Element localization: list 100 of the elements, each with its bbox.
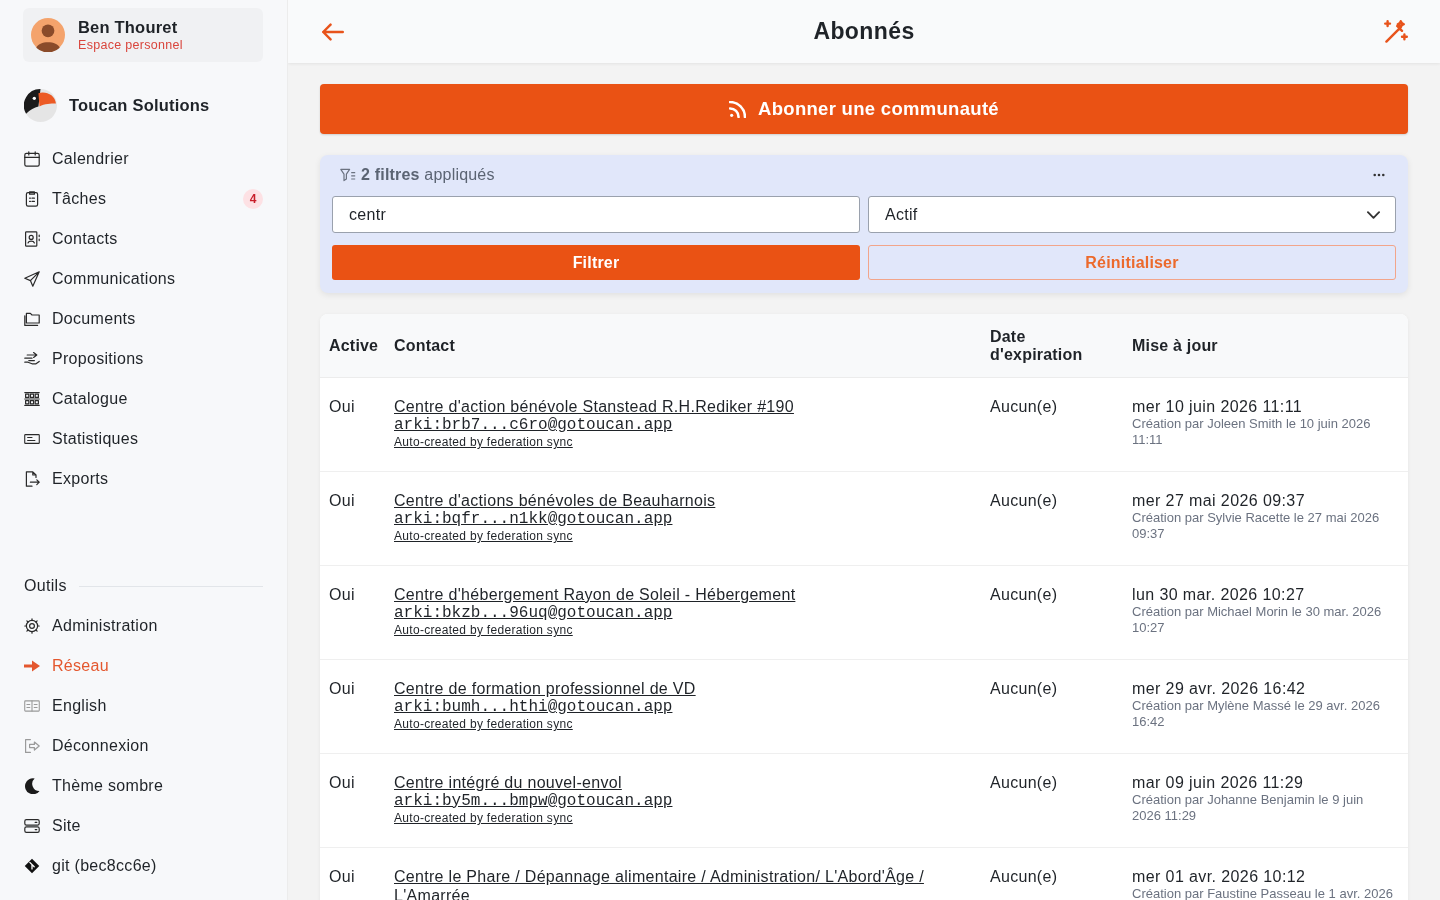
address-link[interactable]: arki:brb7...c6ro@gotoucan.app (394, 416, 673, 434)
search-field[interactable]: centr (332, 196, 860, 233)
address-link[interactable]: arki:bqfr...n1kk@gotoucan.app (394, 510, 673, 528)
logo-icon (24, 88, 57, 122)
table-cell-text: Aucun(e) (990, 397, 1059, 416)
contact-link[interactable]: Centre intégré du nouvel-envol (394, 773, 622, 792)
clipboard-icon (24, 191, 40, 207)
sync-note-link[interactable]: Auto-created by federation sync (394, 716, 573, 732)
magic-wand-icon[interactable] (1384, 19, 1408, 44)
arrow-right-icon (24, 658, 40, 674)
filter-button[interactable]: Filtrer (332, 245, 860, 280)
contact-card-icon (24, 231, 40, 247)
table-cell-text: Aucun(e) (990, 491, 1059, 510)
table-cell-text: Oui (329, 679, 356, 698)
sidebar-item[interactable]: Réseau (24, 646, 263, 686)
sidebar-item-label: git (bec8cc6e) (52, 857, 158, 875)
sidebar-item[interactable]: Calendrier (24, 139, 263, 179)
sidebar-item-label: Réseau (52, 657, 110, 675)
sidebar-item-label: Thème sombre (52, 777, 165, 795)
sidebar-item-label: Tâches (52, 190, 108, 208)
sidebar-item[interactable]: Exports (24, 459, 263, 499)
chevron-down-icon (1367, 210, 1380, 219)
table-cell-text: Aucun(e) (990, 773, 1059, 792)
sidebar-item-label: Communications (52, 270, 177, 288)
sidebar-item[interactable]: Thème sombre (24, 766, 263, 806)
sync-note-link[interactable]: Auto-created by federation sync (394, 622, 573, 638)
avatar-icon (31, 18, 65, 52)
sidebar-item[interactable]: Déconnexion (24, 726, 263, 766)
sidebar-item[interactable]: Documents (24, 299, 263, 339)
sync-note-link[interactable]: Auto-created by federation sync (394, 434, 573, 450)
contact-link[interactable]: Centre d'actions bénévoles de Beauharnois (394, 491, 716, 510)
sidebar-item-label: Exports (52, 470, 110, 488)
filter-icon (340, 168, 356, 182)
git-diamond-icon (24, 858, 40, 874)
sidebar-item[interactable]: English (24, 686, 263, 726)
contact-link[interactable]: Centre d'hébergement Rayon de Soleil - Hébergement (394, 585, 796, 604)
updated-date: mer 01 avr. 2026 10:12 (1132, 867, 1307, 886)
subscribe-button[interactable]: Abonner une communauté (320, 84, 1408, 134)
updated-date: mer 10 juin 2026 11:11 (1132, 397, 1304, 416)
column-header: Date d'expiration (990, 327, 1084, 364)
sidebar-item-label: Calendrier (52, 150, 130, 168)
rss-icon (729, 100, 746, 118)
organization-name: Toucan Solutions (69, 95, 210, 115)
back-arrow-icon[interactable] (322, 22, 344, 41)
column-header: Contact (394, 336, 456, 355)
calendar-icon (24, 151, 40, 167)
sidebar-item-label: Catalogue (52, 390, 129, 408)
status-select[interactable]: Actif (868, 196, 1396, 233)
more-icon[interactable] (1373, 173, 1385, 177)
table-cell-text: Aucun(e) (990, 867, 1059, 886)
gear-icon (24, 618, 40, 634)
updated-date: mer 29 avr. 2026 16:42 (1132, 679, 1307, 698)
paper-plane-icon (24, 271, 40, 287)
user-name: Ben Thouret (78, 17, 179, 37)
created-by-text: Création par Faustine Passeau le 1 avr. 2026 (1132, 886, 1394, 900)
server-icon (24, 818, 40, 834)
count-badge: 4 (243, 189, 263, 209)
sidebar-item[interactable]: Catalogue (24, 379, 263, 419)
section-title: Outils (24, 577, 67, 595)
table-cell-text: Oui (329, 491, 356, 510)
sidebar-item-label: English (52, 697, 108, 715)
table-cell-text: Oui (329, 585, 356, 604)
table-cell-text: Aucun(e) (990, 585, 1059, 604)
contact-link[interactable]: Centre de formation professionnel de VD (394, 679, 696, 698)
table-cell-text: Oui (329, 397, 356, 416)
user-card[interactable]: Ben Thouret Espace personnel (23, 8, 263, 62)
contact-link[interactable]: Centre d'action bénévole Stanstead R.H.Rediker #190 (394, 397, 794, 416)
column-header: Active (329, 336, 380, 355)
updated-date: lun 30 mar. 2026 10:27 (1132, 585, 1306, 604)
logout-icon (24, 738, 40, 754)
grid-icon (24, 391, 40, 407)
workspace-label: Espace personnel (78, 37, 183, 53)
sync-note-link[interactable]: Auto-created by federation sync (394, 810, 573, 826)
page-title: Abonnés (813, 18, 915, 45)
address-link[interactable]: arki:bumh...hthi@gotoucan.app (394, 698, 673, 716)
file-export-icon (24, 471, 40, 487)
sidebar-item[interactable]: Contacts (24, 219, 263, 259)
address-link[interactable]: arki:bkzb...96uq@gotoucan.app (394, 604, 673, 622)
created-by-text: Création par Johanne Benjamin le 9 juin 2026 11:29 (1132, 792, 1365, 824)
sidebar-item[interactable]: Site (24, 806, 263, 846)
address-link[interactable]: arki:by5m...bmpw@gotoucan.app (394, 792, 673, 810)
table-cell-text: Oui (329, 773, 356, 792)
created-by-text: Création par Mylène Massé le 29 avr. 2026 16:42 (1132, 698, 1381, 730)
sidebar-item[interactable]: Tâches 4 (24, 179, 263, 219)
sidebar-item[interactable]: Propositions (24, 339, 263, 379)
table-cell-text: Oui (329, 867, 356, 886)
created-by-text: Création par Sylvie Racette le 27 mai 2026 09:37 (1132, 510, 1381, 542)
sidebar-item[interactable]: git (bec8cc6e) (24, 846, 263, 886)
sidebar-item-label: Déconnexion (52, 737, 150, 755)
sidebar-item[interactable]: Administration (24, 606, 263, 646)
sidebar-item-label: Documents (52, 310, 137, 328)
sidebar-item-label: Statistiques (52, 430, 140, 448)
sidebar-item-label: Propositions (52, 350, 145, 368)
created-by-text: Création par Joleen Smith le 10 juin 2026 11:11 (1132, 416, 1372, 448)
filter-summary: 2 filtres appliqués (361, 166, 496, 184)
sync-note-link[interactable]: Auto-created by federation sync (394, 528, 573, 544)
hand-icon (24, 351, 40, 367)
sidebar-item[interactable]: Communications (24, 259, 263, 299)
sidebar-item[interactable]: Statistiques (24, 419, 263, 459)
created-by-text: Création par Michael Morin le 30 mar. 2026 10:27 (1132, 604, 1383, 636)
